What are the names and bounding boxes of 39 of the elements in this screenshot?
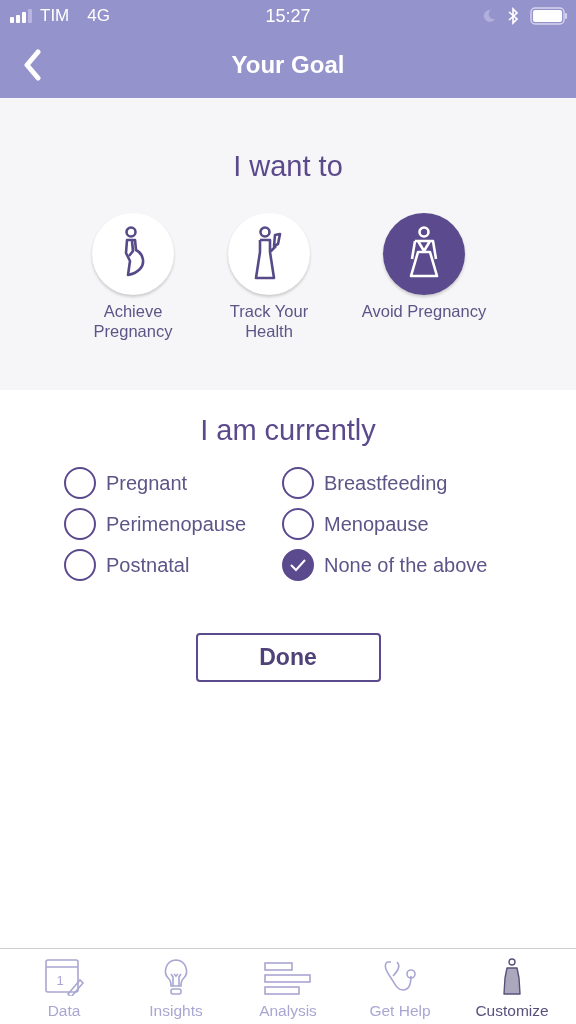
battery-icon [530, 7, 568, 25]
tab-item[interactable]: Customize [457, 949, 567, 1024]
radio-label: None of the above [324, 553, 488, 577]
radio-label: Postnatal [106, 553, 190, 577]
tab-item[interactable]: 1 Data [9, 949, 119, 1024]
screen-title: Your Goal [231, 51, 345, 79]
bar-list-icon [264, 962, 312, 996]
goal-option-label: Avoid Pregnancy [361, 301, 487, 321]
clock-time: 15:27 [265, 5, 311, 27]
radio-button[interactable] [282, 508, 314, 540]
check-icon [289, 558, 307, 572]
radio-label: Perimenopause [106, 512, 247, 536]
bluetooth-icon [508, 7, 518, 25]
radio-button[interactable] [282, 467, 314, 499]
radio-label: Breastfeeding [324, 471, 448, 495]
radio-button[interactable] [64, 508, 96, 540]
goal-option-button[interactable] [383, 213, 465, 295]
goal-option-label: Track Your Health [228, 301, 310, 341]
tab-item[interactable]: Get Help [345, 949, 455, 1024]
tab-item[interactable]: Insights [121, 949, 231, 1024]
goal-option-button[interactable] [92, 213, 174, 295]
back-button[interactable] [22, 49, 42, 81]
radio-button[interactable] [64, 467, 96, 499]
goal-option-button[interactable] [228, 213, 310, 295]
radio-label: Menopause [324, 512, 429, 536]
radio-label: Pregnant [106, 471, 188, 495]
goal-option-label: Achieve Pregnancy [92, 301, 174, 341]
tab-item[interactable]: Analysis [233, 949, 343, 1024]
carrier-name: TIM [40, 6, 70, 26]
light-bulb-icon [162, 958, 190, 996]
network-type: 4G [87, 6, 110, 26]
moon-icon [482, 9, 496, 23]
section-heading: I want to [233, 150, 343, 183]
radio-button[interactable] [64, 549, 96, 581]
radio-button[interactable] [282, 549, 314, 581]
figure-in-dress-icon [502, 958, 522, 996]
signal-icon [10, 9, 34, 23]
section-heading: I am currently [200, 414, 376, 447]
done-button[interactable]: Done [195, 633, 381, 682]
